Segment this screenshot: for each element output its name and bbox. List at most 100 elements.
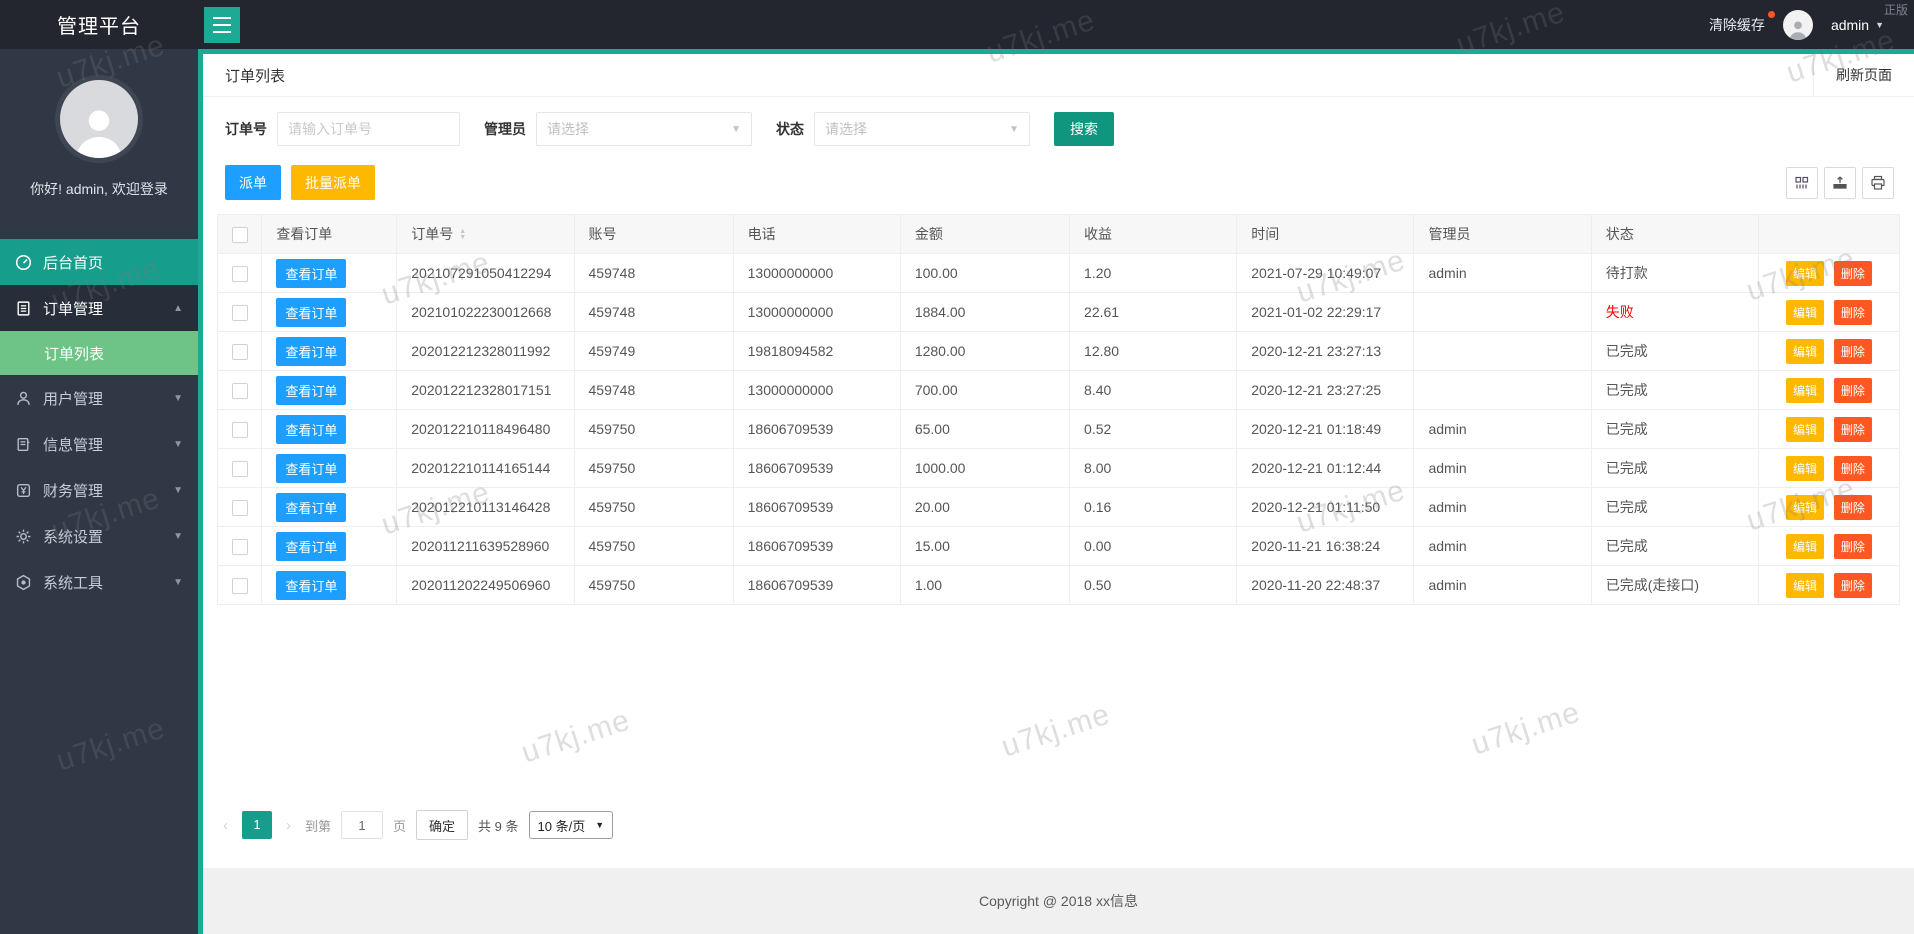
- view-order-button[interactable]: 查看订单: [276, 454, 346, 483]
- sidebar-item-users[interactable]: 用户管理 ▼: [0, 375, 198, 421]
- edit-button[interactable]: 编辑: [1786, 495, 1824, 520]
- view-order-button[interactable]: 查看订单: [276, 571, 346, 600]
- view-order-button[interactable]: 查看订单: [276, 532, 346, 561]
- edit-button[interactable]: 编辑: [1786, 261, 1824, 286]
- topbar: 管理平台 正版 清除缓存 admin▼: [0, 0, 1914, 49]
- chevron-up-icon: ▲: [173, 303, 183, 314]
- delete-button[interactable]: 删除: [1834, 300, 1872, 325]
- page-size-select[interactable]: 10 条/页 ▼: [529, 811, 614, 839]
- delete-button[interactable]: 删除: [1834, 495, 1872, 520]
- cell-phone: 18606709539: [733, 566, 900, 605]
- status-filter-label: 状态: [776, 119, 804, 139]
- hamburger-menu-button[interactable]: [204, 7, 240, 43]
- edit-button[interactable]: 编辑: [1786, 300, 1824, 325]
- print-button[interactable]: [1862, 167, 1894, 199]
- columns-toggle-button[interactable]: [1786, 167, 1818, 199]
- row-checkbox[interactable]: [232, 266, 248, 282]
- select-all-checkbox[interactable]: [232, 227, 248, 243]
- cell-profit: 12.80: [1070, 332, 1237, 371]
- refresh-page-button[interactable]: 刷新页面: [1813, 54, 1914, 97]
- cell-profit: 8.40: [1070, 371, 1237, 410]
- user-icon: [15, 390, 32, 407]
- dashboard-icon: [15, 254, 32, 271]
- sort-icon[interactable]: ▲▼: [459, 229, 466, 241]
- goto-page-input[interactable]: [341, 811, 383, 839]
- sidebar-item-settings[interactable]: 系统设置 ▼: [0, 513, 198, 559]
- row-checkbox[interactable]: [232, 422, 248, 438]
- row-checkbox[interactable]: [232, 344, 248, 360]
- page-number-button[interactable]: 1: [242, 811, 272, 839]
- next-page-button[interactable]: ›: [282, 817, 295, 834]
- sidebar-item-info[interactable]: 信息管理 ▼: [0, 421, 198, 467]
- sidebar: 你好! admin, 欢迎登录 后台首页 订单管理 ▲ 订单列表: [0, 49, 198, 934]
- export-button[interactable]: [1824, 167, 1856, 199]
- status-select[interactable]: 请选择 ▼: [814, 112, 1030, 146]
- tools-icon: [15, 574, 32, 591]
- cell-profit: 8.00: [1070, 449, 1237, 488]
- view-order-button[interactable]: 查看订单: [276, 493, 346, 522]
- edit-button[interactable]: 编辑: [1786, 339, 1824, 364]
- delete-button[interactable]: 删除: [1834, 534, 1872, 559]
- cell-amount: 100.00: [900, 254, 1069, 293]
- footer: Copyright @ 2018 xx信息: [203, 868, 1914, 934]
- batch-dispatch-button[interactable]: 批量派单: [291, 165, 375, 200]
- delete-button[interactable]: 删除: [1834, 456, 1872, 481]
- confirm-button[interactable]: 确定: [416, 810, 468, 840]
- admin-select[interactable]: 请选择 ▼: [536, 112, 752, 146]
- status-badge: 已完成: [1591, 332, 1758, 371]
- status-badge: 已完成: [1591, 527, 1758, 566]
- row-checkbox[interactable]: [232, 539, 248, 555]
- delete-button[interactable]: 删除: [1834, 378, 1872, 403]
- view-order-button[interactable]: 查看订单: [276, 376, 346, 405]
- row-checkbox[interactable]: [232, 383, 248, 399]
- status-badge: 待打款: [1591, 254, 1758, 293]
- filter-bar: 订单号 管理员 请选择 ▼ 状态 请选择 ▼ 搜索: [203, 97, 1914, 155]
- cell-order-no: 202012210118496480: [397, 410, 574, 449]
- row-checkbox[interactable]: [232, 500, 248, 516]
- row-checkbox[interactable]: [232, 461, 248, 477]
- clear-cache-button[interactable]: 清除缓存: [1709, 15, 1765, 35]
- view-order-button[interactable]: 查看订单: [276, 298, 346, 327]
- dispatch-button[interactable]: 派单: [225, 165, 281, 200]
- row-checkbox[interactable]: [232, 305, 248, 321]
- sidebar-item-orders[interactable]: 订单管理 ▲: [0, 285, 198, 331]
- cell-admin: admin: [1414, 449, 1591, 488]
- chevron-down-icon: ▼: [1875, 20, 1884, 30]
- prev-page-button[interactable]: ‹: [219, 817, 232, 834]
- header-phone: 电话: [733, 215, 900, 254]
- row-checkbox[interactable]: [232, 578, 248, 594]
- delete-button[interactable]: 删除: [1834, 261, 1872, 286]
- cell-admin: admin: [1414, 410, 1591, 449]
- admin-filter-label: 管理员: [484, 119, 526, 139]
- sidebar-item-home[interactable]: 后台首页: [0, 239, 198, 285]
- delete-button[interactable]: 删除: [1834, 573, 1872, 598]
- cell-account: 459749: [574, 332, 733, 371]
- edit-button[interactable]: 编辑: [1786, 534, 1824, 559]
- cell-profit: 1.20: [1070, 254, 1237, 293]
- sidebar-item-tools[interactable]: 系统工具 ▼: [0, 559, 198, 605]
- edit-button[interactable]: 编辑: [1786, 378, 1824, 403]
- cell-amount: 20.00: [900, 488, 1069, 527]
- hamburger-icon: [213, 17, 231, 19]
- view-order-button[interactable]: 查看订单: [276, 337, 346, 366]
- cell-account: 459748: [574, 293, 733, 332]
- delete-button[interactable]: 删除: [1834, 417, 1872, 442]
- edit-button[interactable]: 编辑: [1786, 456, 1824, 481]
- order-no-input[interactable]: [277, 112, 460, 146]
- view-order-button[interactable]: 查看订单: [276, 259, 346, 288]
- edit-button[interactable]: 编辑: [1786, 573, 1824, 598]
- avatar[interactable]: [1783, 10, 1813, 40]
- delete-button[interactable]: 删除: [1834, 339, 1872, 364]
- view-order-button[interactable]: 查看订单: [276, 415, 346, 444]
- edit-button[interactable]: 编辑: [1786, 417, 1824, 442]
- sidebar-item-finance[interactable]: 财务管理 ▼: [0, 467, 198, 513]
- person-icon: [68, 102, 130, 158]
- search-button[interactable]: 搜索: [1054, 112, 1114, 146]
- license-label: 正版: [1884, 1, 1908, 18]
- cell-account: 459750: [574, 410, 733, 449]
- cell-account: 459750: [574, 488, 733, 527]
- sidebar-item-order-list[interactable]: 订单列表: [0, 331, 198, 375]
- admin-dropdown[interactable]: admin▼: [1831, 17, 1884, 33]
- export-icon: [1832, 175, 1848, 191]
- table-row: 查看订单 202012210113146428 459750 186067095…: [218, 488, 1900, 527]
